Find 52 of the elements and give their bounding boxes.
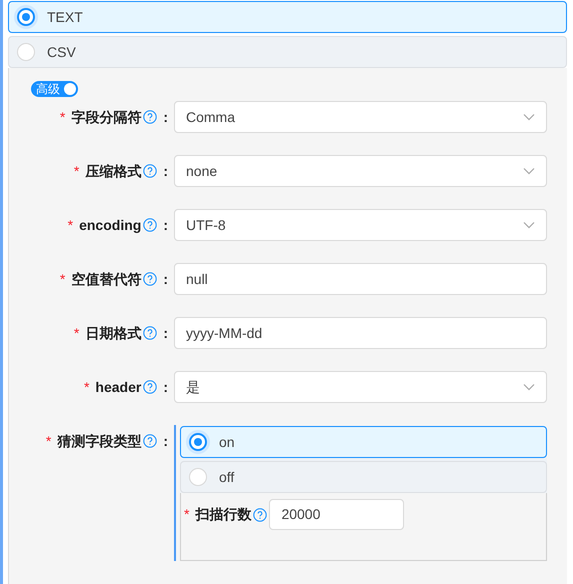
colon: : — [163, 270, 168, 288]
chevron-down-icon — [523, 383, 535, 391]
option-label: CSV — [47, 42, 76, 62]
radio-option[interactable]: TEXT — [8, 1, 567, 33]
colon: : — [163, 162, 168, 180]
field-label: 日期格式 — [85, 324, 142, 342]
select-field[interactable]: none — [174, 155, 547, 187]
select-field[interactable]: Comma — [174, 101, 547, 133]
radio-button[interactable] — [189, 433, 207, 451]
field-label: 压缩格式 — [85, 162, 142, 180]
required-mark: * — [74, 324, 80, 342]
select-field[interactable]: UTF-8 — [174, 209, 547, 241]
input-field[interactable]: null — [174, 263, 547, 295]
help-icon[interactable] — [253, 508, 268, 522]
option-label: on — [219, 432, 235, 452]
option-label: off — [219, 468, 234, 486]
input-field[interactable]: 20000 — [269, 499, 404, 530]
field-label: 字段分隔符 — [71, 108, 142, 126]
field-label: header — [95, 378, 142, 396]
field-label: encoding — [79, 216, 142, 235]
required-mark: * — [60, 108, 66, 126]
required-mark: * — [68, 216, 74, 234]
help-icon[interactable] — [143, 164, 158, 178]
field-label: 猜测字段类型 — [57, 432, 142, 450]
chevron-down-icon — [523, 113, 535, 121]
help-icon[interactable] — [143, 218, 158, 232]
select-field[interactable]: 是 — [174, 371, 547, 403]
option-label: TEXT — [47, 8, 83, 26]
colon: : — [163, 378, 168, 396]
colon: : — [163, 108, 168, 126]
colon: : — [163, 216, 168, 234]
help-icon[interactable] — [143, 434, 158, 448]
required-mark: * — [84, 378, 90, 396]
colon: : — [163, 432, 168, 450]
radio-option[interactable]: on — [180, 426, 547, 458]
help-icon[interactable] — [143, 326, 158, 340]
field-label: 空值替代符 — [71, 270, 142, 288]
chevron-down-icon — [523, 167, 535, 175]
required-mark: * — [74, 162, 80, 180]
radio-button[interactable] — [17, 8, 35, 26]
chevron-down-icon — [523, 221, 535, 229]
help-icon[interactable] — [143, 272, 158, 286]
colon: : — [163, 324, 168, 342]
help-icon[interactable] — [143, 380, 158, 394]
radio-option[interactable]: CSV — [8, 36, 567, 68]
help-icon[interactable] — [143, 110, 158, 124]
field-label: 扫描行数 — [195, 505, 252, 524]
radio-option[interactable]: off — [180, 461, 547, 493]
required-mark: * — [46, 432, 52, 450]
input-field[interactable]: yyyy-MM-dd — [174, 317, 547, 349]
required-mark: * — [184, 505, 190, 524]
required-mark: * — [60, 270, 66, 288]
